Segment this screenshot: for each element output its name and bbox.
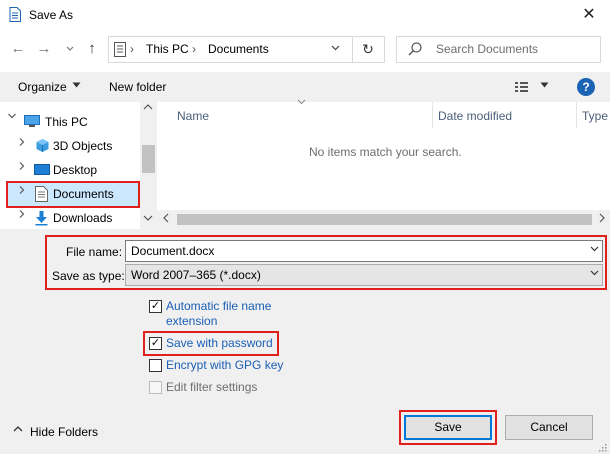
recent-locations-button[interactable] bbox=[64, 39, 76, 59]
scrollbar-thumb[interactable] bbox=[142, 145, 155, 173]
edit-filter-settings-checkbox bbox=[149, 381, 162, 394]
scroll-up-arrow-icon[interactable] bbox=[143, 103, 153, 113]
forward-button[interactable]: → bbox=[35, 39, 53, 59]
3d-objects-icon bbox=[35, 138, 50, 153]
file-name-label: File name: bbox=[66, 245, 123, 259]
collapse-chevron-icon[interactable] bbox=[17, 137, 27, 150]
save-as-type-dropdown-button[interactable] bbox=[590, 269, 599, 279]
refresh-button[interactable]: ↻ bbox=[356, 38, 380, 61]
documents-location-icon bbox=[113, 42, 127, 57]
auto-extension-label[interactable]: Automatic file name extension bbox=[166, 299, 286, 329]
breadcrumb-separator[interactable]: › bbox=[192, 42, 196, 56]
chevron-down-icon bbox=[331, 45, 340, 51]
scroll-right-arrow-icon[interactable] bbox=[598, 213, 606, 225]
downloads-icon bbox=[35, 210, 48, 226]
tree-item-downloads[interactable]: Downloads bbox=[53, 211, 112, 225]
hide-folders-button[interactable]: Hide Folders bbox=[30, 425, 98, 439]
empty-list-message: No items match your search. bbox=[309, 145, 462, 159]
tree-item-this-pc[interactable]: This PC bbox=[45, 115, 88, 129]
tree-item-desktop[interactable]: Desktop bbox=[53, 163, 97, 177]
view-options-icon[interactable] bbox=[514, 79, 530, 95]
edit-filter-settings-label: Edit filter settings bbox=[166, 380, 258, 394]
auto-extension-checkbox[interactable]: ✓ bbox=[149, 300, 162, 313]
caret-down-icon[interactable] bbox=[540, 81, 549, 91]
collapse-chevron-icon[interactable] bbox=[17, 161, 27, 174]
column-header-name[interactable]: Name bbox=[177, 109, 209, 123]
scroll-left-arrow-icon[interactable] bbox=[162, 213, 170, 225]
resize-grip-icon[interactable] bbox=[597, 441, 607, 452]
encrypt-gpg-label[interactable]: Encrypt with GPG key bbox=[166, 358, 283, 373]
up-button[interactable]: ↑ bbox=[83, 39, 101, 59]
help-button[interactable]: ? bbox=[577, 78, 595, 96]
save-with-password-checkbox[interactable]: ✓ bbox=[149, 337, 162, 350]
save-with-password-label[interactable]: Save with password bbox=[166, 336, 273, 351]
save-as-type-select[interactable]: Word 2007–365 (*.docx) bbox=[125, 264, 603, 286]
expand-chevron-icon[interactable] bbox=[7, 111, 17, 124]
caret-down-icon[interactable] bbox=[72, 81, 81, 91]
address-dropdown-button[interactable] bbox=[331, 43, 340, 54]
new-folder-button[interactable]: New folder bbox=[109, 80, 166, 94]
encrypt-gpg-checkbox[interactable] bbox=[149, 359, 162, 372]
documents-icon bbox=[35, 186, 48, 202]
tree-item-3d-objects[interactable]: 3D Objects bbox=[53, 139, 112, 153]
breadcrumb-this-pc[interactable]: This PC bbox=[146, 42, 189, 56]
scroll-down-arrow-icon[interactable] bbox=[143, 214, 153, 224]
desktop-icon bbox=[34, 164, 50, 175]
tree-item-documents[interactable]: Documents bbox=[53, 187, 114, 201]
search-placeholder: Search Documents bbox=[436, 42, 539, 56]
computer-icon bbox=[24, 115, 40, 128]
search-icon bbox=[407, 41, 423, 57]
save-as-type-label: Save as type: bbox=[52, 269, 125, 283]
save-button[interactable]: Save bbox=[404, 415, 492, 440]
document-icon bbox=[9, 7, 21, 22]
file-name-input[interactable]: Document.docx bbox=[125, 240, 603, 262]
cancel-button[interactable]: Cancel bbox=[505, 415, 593, 440]
collapse-chevron-icon[interactable] bbox=[17, 209, 27, 222]
column-divider[interactable] bbox=[576, 102, 577, 128]
chevron-down-icon bbox=[66, 46, 74, 51]
breadcrumb-documents[interactable]: Documents bbox=[208, 42, 269, 56]
breadcrumb-separator: › bbox=[130, 42, 134, 56]
column-divider[interactable] bbox=[432, 102, 433, 128]
title-bar bbox=[0, 0, 610, 31]
column-header-date-modified[interactable]: Date modified bbox=[438, 109, 512, 123]
sort-indicator-icon bbox=[297, 98, 306, 107]
back-button[interactable]: ← bbox=[9, 39, 27, 59]
window-title: Save As bbox=[29, 8, 74, 22]
address-divider bbox=[352, 37, 353, 62]
collapse-chevron-icon[interactable] bbox=[17, 185, 27, 198]
chevron-up-icon[interactable] bbox=[13, 425, 23, 436]
horizontal-scrollbar-thumb[interactable] bbox=[177, 214, 592, 225]
organize-button[interactable]: Organize bbox=[18, 80, 67, 94]
close-button[interactable]: ✕ bbox=[574, 4, 604, 26]
column-header-type[interactable]: Type bbox=[582, 109, 608, 123]
file-name-dropdown-button[interactable] bbox=[590, 245, 599, 255]
